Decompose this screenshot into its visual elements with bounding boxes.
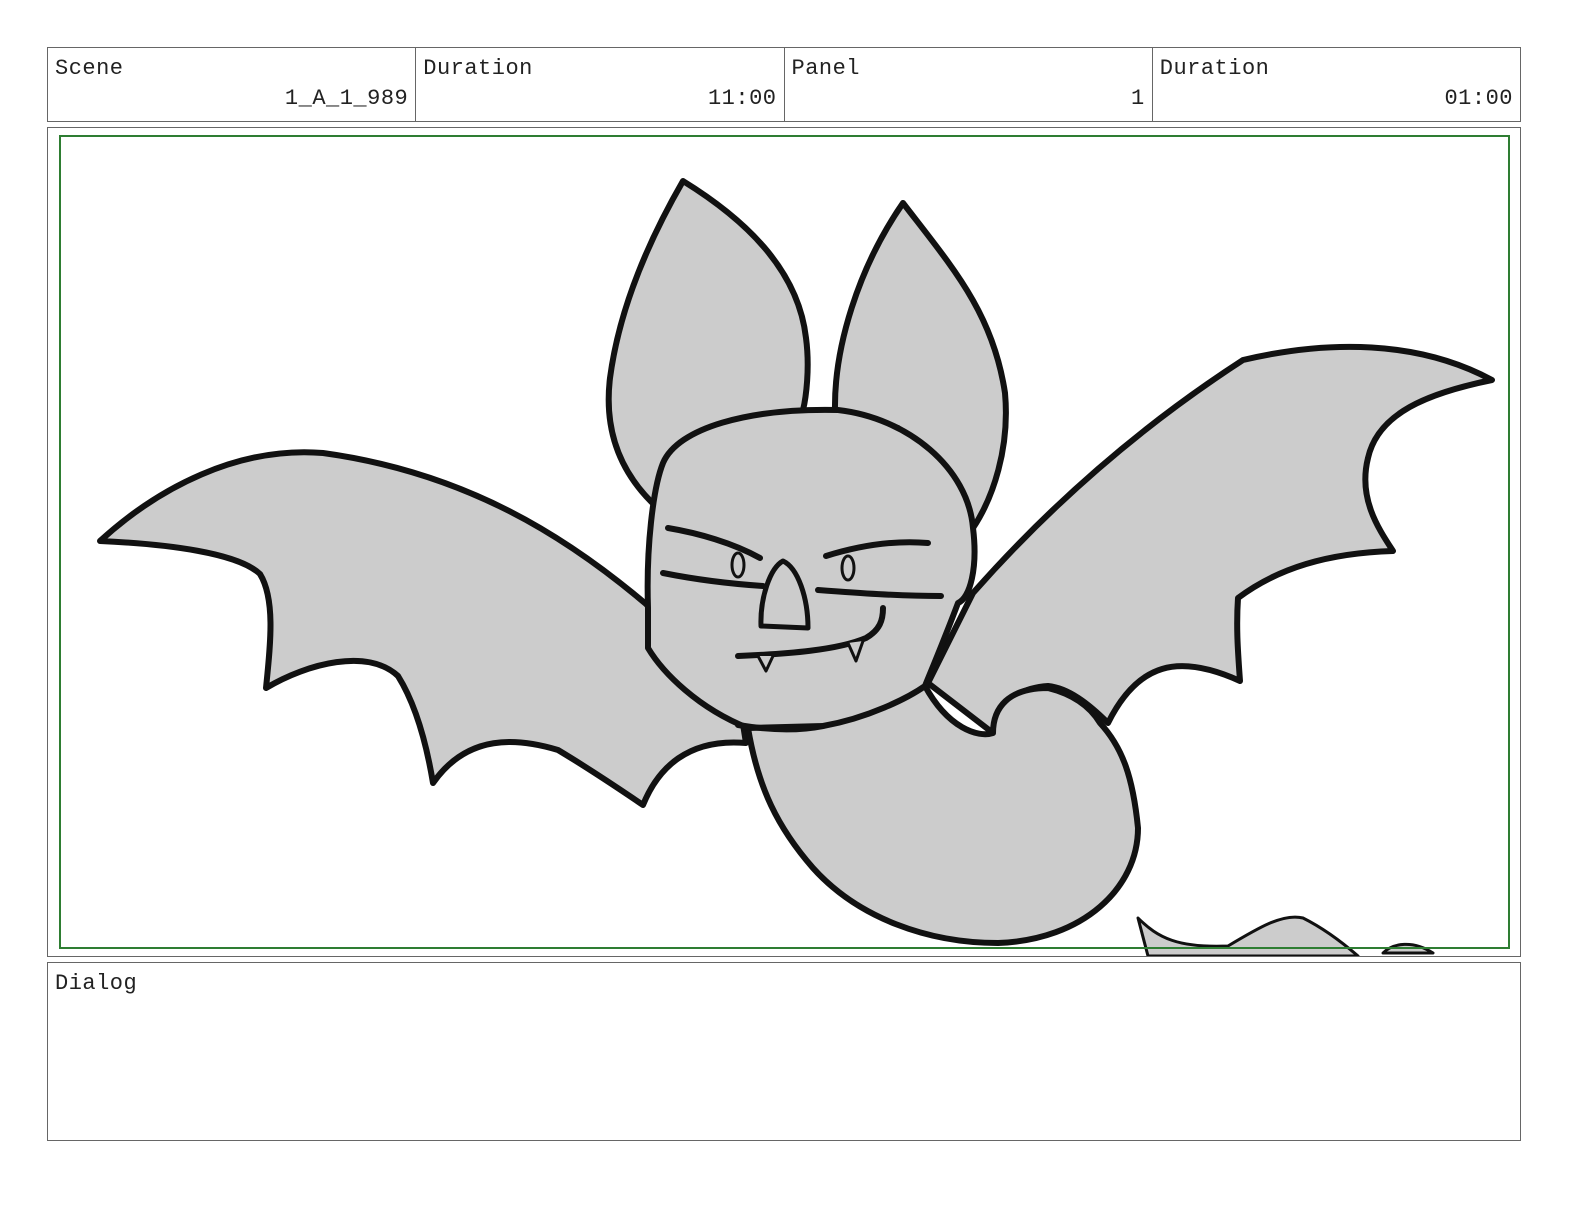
panel-cell: Panel 1 [785,48,1153,121]
panel-duration-label: Duration [1159,56,1270,81]
storyboard-panel [47,127,1521,957]
dialog-box: Dialog [47,962,1521,1141]
scene-duration-label: Duration [423,56,533,81]
scene-label: Scene [55,56,124,81]
ground-rock [1136,915,1360,956]
right-eye [840,554,856,582]
panel-label: Panel [791,56,861,81]
panel-duration-value: 01:00 [1444,86,1513,111]
dialog-label: Dialog [55,971,138,996]
panel-duration-cell: Duration 01:00 [1153,48,1520,121]
bat-head [644,406,978,731]
bat-drawing [59,135,1510,956]
scene-value: 1_A_1_989 [284,86,409,111]
scene-duration-cell: Duration 11:00 [416,48,785,121]
scene-cell: Scene 1_A_1_989 [48,48,417,121]
panel-value: 1 [1131,86,1145,111]
right-wing [925,343,1495,736]
scene-duration-value: 11:00 [707,86,777,111]
left-eye [730,551,746,579]
storyboard-header: Scene 1_A_1_989 Duration 11:00 Panel 1 D… [47,47,1521,122]
